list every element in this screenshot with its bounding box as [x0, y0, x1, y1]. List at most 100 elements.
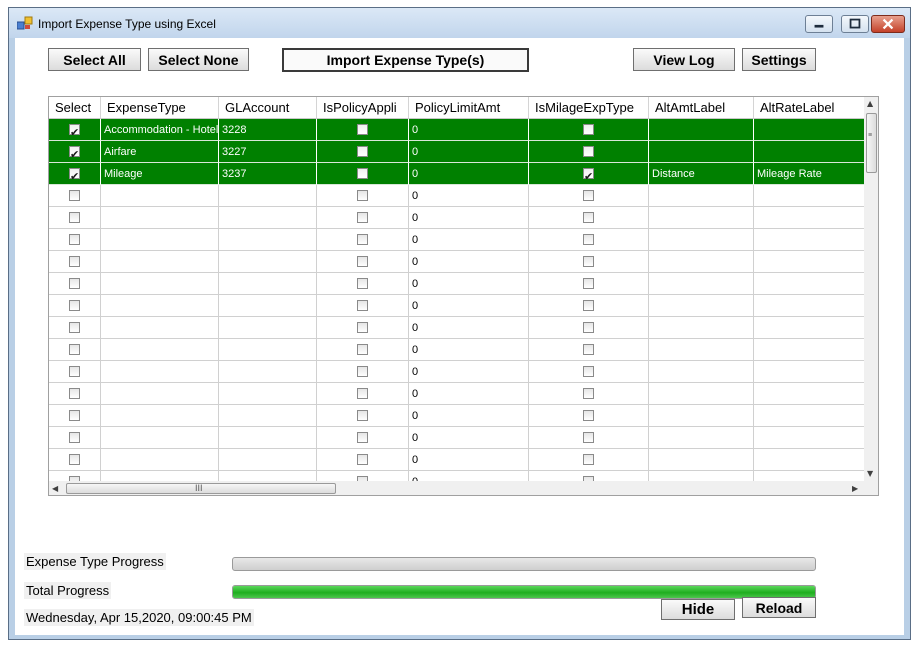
is-policy-cell[interactable] — [317, 251, 409, 273]
gl-account-cell[interactable] — [219, 317, 317, 339]
table-row[interactable]: 0 — [49, 471, 864, 481]
is-policy-checkbox[interactable] — [357, 410, 368, 421]
select-checkbox[interactable] — [69, 190, 80, 201]
expense-type-cell[interactable] — [101, 427, 219, 449]
expense-type-cell[interactable] — [101, 251, 219, 273]
is-policy-checkbox[interactable] — [357, 388, 368, 399]
table-row[interactable]: 0 — [49, 361, 864, 383]
is-mileage-cell[interactable] — [529, 185, 649, 207]
expense-type-cell[interactable] — [101, 229, 219, 251]
select-checkbox[interactable] — [69, 344, 80, 355]
gl-account-cell[interactable] — [219, 383, 317, 405]
is-policy-cell[interactable] — [317, 339, 409, 361]
column-header[interactable]: AltAmtLabel — [649, 97, 754, 119]
select-cell[interactable] — [49, 207, 101, 229]
is-mileage-checkbox[interactable] — [583, 166, 594, 184]
is-mileage-checkbox[interactable] — [583, 454, 594, 465]
is-mileage-cell[interactable] — [529, 163, 649, 185]
is-mileage-checkbox[interactable] — [583, 146, 594, 157]
policy-limit-cell[interactable]: 0 — [409, 163, 529, 185]
gl-account-cell[interactable] — [219, 361, 317, 383]
close-button[interactable] — [871, 15, 905, 33]
is-policy-checkbox[interactable] — [357, 146, 368, 157]
is-mileage-cell[interactable] — [529, 207, 649, 229]
is-mileage-cell[interactable] — [529, 317, 649, 339]
table-row[interactable]: 0 — [49, 207, 864, 229]
is-policy-checkbox[interactable] — [357, 366, 368, 377]
is-policy-cell[interactable] — [317, 185, 409, 207]
alt-amt-label-cell[interactable] — [649, 405, 754, 427]
select-checkbox[interactable] — [69, 278, 80, 289]
is-policy-checkbox[interactable] — [357, 432, 368, 443]
is-mileage-checkbox[interactable] — [583, 256, 594, 267]
select-cell[interactable] — [49, 141, 101, 163]
expense-type-cell[interactable] — [101, 405, 219, 427]
alt-amt-label-cell[interactable] — [649, 273, 754, 295]
table-row[interactable]: 0 — [49, 295, 864, 317]
vertical-scroll-thumb[interactable]: ≡ — [866, 113, 877, 173]
table-row[interactable]: 0 — [49, 405, 864, 427]
alt-amt-label-cell[interactable] — [649, 119, 754, 141]
is-mileage-cell[interactable] — [529, 295, 649, 317]
is-policy-checkbox[interactable] — [357, 190, 368, 201]
alt-rate-label-cell[interactable] — [754, 427, 864, 449]
column-header[interactable]: AltRateLabel — [754, 97, 864, 119]
select-cell[interactable] — [49, 185, 101, 207]
is-mileage-checkbox[interactable] — [583, 366, 594, 377]
alt-amt-label-cell[interactable]: Distance — [649, 163, 754, 185]
scroll-down-icon[interactable]: ▼ — [867, 469, 873, 478]
table-row[interactable]: 0 — [49, 185, 864, 207]
is-policy-cell[interactable] — [317, 449, 409, 471]
is-policy-cell[interactable] — [317, 141, 409, 163]
alt-amt-label-cell[interactable] — [649, 383, 754, 405]
expense-type-cell[interactable] — [101, 295, 219, 317]
horizontal-scroll-thumb[interactable]: III — [66, 483, 336, 494]
table-row[interactable]: 0 — [49, 251, 864, 273]
table-row[interactable]: 0 — [49, 383, 864, 405]
alt-rate-label-cell[interactable] — [754, 251, 864, 273]
select-checkbox[interactable] — [69, 454, 80, 465]
select-cell[interactable] — [49, 119, 101, 141]
is-policy-checkbox[interactable] — [357, 300, 368, 311]
alt-amt-label-cell[interactable] — [649, 471, 754, 481]
alt-amt-label-cell[interactable] — [649, 361, 754, 383]
is-mileage-checkbox[interactable] — [583, 234, 594, 245]
is-policy-checkbox[interactable] — [357, 256, 368, 267]
select-checkbox[interactable] — [69, 410, 80, 421]
expense-type-cell[interactable]: Airfare — [101, 141, 219, 163]
select-checkbox[interactable] — [69, 256, 80, 267]
is-mileage-cell[interactable] — [529, 383, 649, 405]
alt-amt-label-cell[interactable] — [649, 295, 754, 317]
expense-type-grid[interactable]: Select ExpenseType GLAccount IsPolicyAppli P… — [48, 96, 879, 496]
is-mileage-cell[interactable] — [529, 141, 649, 163]
policy-limit-cell[interactable]: 0 — [409, 295, 529, 317]
is-policy-cell[interactable] — [317, 361, 409, 383]
select-cell[interactable] — [49, 229, 101, 251]
is-mileage-cell[interactable] — [529, 361, 649, 383]
alt-rate-label-cell[interactable] — [754, 185, 864, 207]
expense-type-cell[interactable] — [101, 471, 219, 481]
select-cell[interactable] — [49, 405, 101, 427]
is-mileage-checkbox[interactable] — [583, 322, 594, 333]
is-policy-cell[interactable] — [317, 317, 409, 339]
table-row[interactable]: 0 — [49, 229, 864, 251]
expense-type-cell[interactable] — [101, 449, 219, 471]
column-header[interactable]: GLAccount — [219, 97, 317, 119]
table-row[interactable]: Accommodation - Hotel3228 0 — [49, 119, 864, 141]
column-header[interactable]: Select — [49, 97, 101, 119]
gl-account-cell[interactable] — [219, 295, 317, 317]
table-row[interactable]: 0 — [49, 273, 864, 295]
select-checkbox[interactable] — [69, 322, 80, 333]
gl-account-cell[interactable] — [219, 405, 317, 427]
policy-limit-cell[interactable]: 0 — [409, 185, 529, 207]
select-cell[interactable] — [49, 295, 101, 317]
table-row[interactable]: 0 — [49, 449, 864, 471]
gl-account-cell[interactable] — [219, 449, 317, 471]
is-policy-checkbox[interactable] — [357, 212, 368, 223]
policy-limit-cell[interactable]: 0 — [409, 471, 529, 481]
scroll-up-icon[interactable]: ▲ — [867, 99, 873, 108]
alt-rate-label-cell[interactable] — [754, 317, 864, 339]
is-policy-checkbox[interactable] — [357, 168, 368, 179]
alt-amt-label-cell[interactable] — [649, 251, 754, 273]
is-mileage-checkbox[interactable] — [583, 124, 594, 135]
